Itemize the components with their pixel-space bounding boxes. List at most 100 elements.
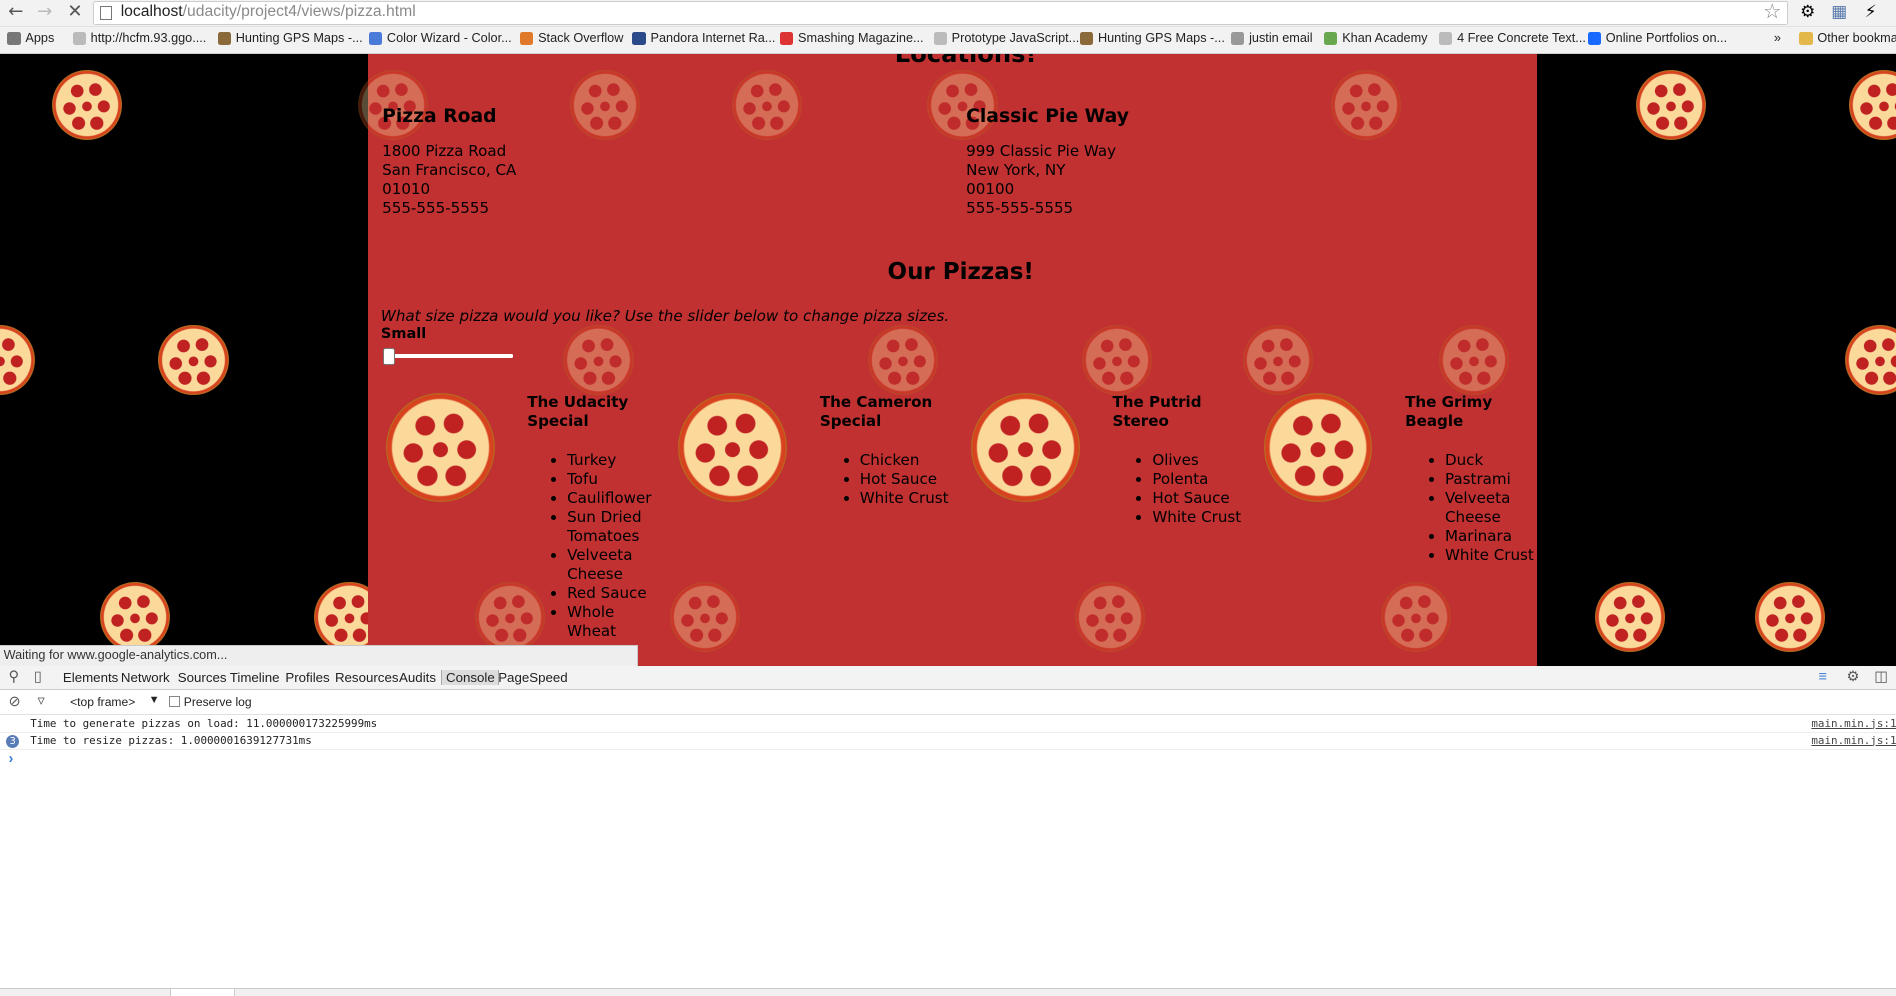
pizzas-heading: Our Pizzas!: [887, 258, 1034, 285]
devtools-tab[interactable]: Profiles: [285, 670, 329, 685]
store-address-line: 1800 Pizza Road: [382, 141, 507, 160]
bookmark-item[interactable]: Khan Academy: [1324, 31, 1428, 46]
filter-funnel-icon[interactable]: ▿: [37, 693, 44, 710]
other-bookmarks-label: Other bookma: [1817, 31, 1896, 46]
bookmark-label: Smashing Magazine...: [798, 31, 924, 46]
khan-leaf-icon: [1324, 31, 1338, 46]
bookmark-item[interactable]: justin email: [1230, 31, 1313, 46]
console-message-text: Time to generate pizzas on load: 11.0000…: [30, 716, 378, 730]
page-viewport: Locations! Pizza Road 1800 Pizza Road Sa…: [0, 54, 1896, 667]
bookmark-label: 4 Free Concrete Text...: [1457, 31, 1586, 46]
bookmark-item[interactable]: http://hcfm.93.ggo....: [72, 31, 206, 45]
bookmark-star-icon[interactable]: ☆: [1763, 0, 1781, 23]
bookmark-item[interactable]: Hunting GPS Maps -...: [217, 31, 363, 46]
page-icon: [100, 5, 113, 21]
store-address-line: New York, NY: [966, 160, 1066, 179]
background-pizza: [0, 325, 36, 396]
devtools-settings-gear-icon[interactable]: ⚙: [1846, 669, 1859, 686]
devtools-tab[interactable]: Timeline: [230, 670, 280, 685]
background-pizza: [1848, 70, 1896, 141]
inspect-search-icon[interactable]: ⚲: [8, 669, 19, 686]
url-text: localhost/udacity/project4/views/pizza.h…: [121, 3, 416, 21]
devtools-tab[interactable]: Console: [441, 669, 500, 685]
extension-icon[interactable]: ▦: [1830, 2, 1849, 21]
forward-arrow-icon[interactable]: →: [34, 1, 56, 23]
pizza-name: The Grimy Beagle: [1405, 392, 1493, 431]
clear-console-icon[interactable]: ⊘: [8, 694, 20, 711]
google-icon: [368, 31, 383, 46]
background-pizza: [1082, 325, 1153, 396]
frame-dropdown-arrow-icon[interactable]: ▼: [149, 694, 160, 706]
console-source-link[interactable]: main.min.js:1: [1811, 733, 1896, 750]
pizza-name: The Udacity Special: [527, 392, 629, 431]
store-address-line: 00100: [966, 179, 1015, 198]
topping-list: TurkeyTofuCauliflowerSun Dried TomatoesV…: [548, 451, 657, 641]
bookmark-item[interactable]: Smashing Magazine...: [779, 31, 924, 46]
pizza-card: The Putrid Stereo OlivesPolentaHot SauceW…: [953, 392, 1246, 666]
bookmark-item[interactable]: Color Wizard - Color...: [368, 31, 512, 46]
topping-item: Tofu: [567, 470, 656, 489]
topping-item: Velveeta Cheese: [1445, 489, 1534, 527]
devtools-tabbar: ⚲ ▯ ≡ ⚙ ◫ Elements Network Sources Timeline…: [0, 666, 1896, 691]
pandora-icon: [632, 31, 646, 46]
bottom-tab[interactable]: [170, 987, 235, 996]
size-slider-track[interactable]: [388, 354, 513, 358]
background-pizza: [731, 70, 802, 141]
bookmark-item[interactable]: Stack Overflow: [519, 31, 624, 46]
back-arrow-icon[interactable]: ←: [5, 1, 27, 23]
url-host: localhost: [120, 3, 183, 21]
console-message: 3 Time to resize pizzas: 1.0000001639127…: [0, 733, 1896, 750]
devtools-tab[interactable]: PageSpeed: [498, 670, 568, 685]
bookmark-item[interactable]: Hunting GPS Maps -...: [1079, 31, 1225, 45]
bookmark-label: Online Portfolios on...: [1605, 31, 1728, 46]
background-pizza: [1754, 581, 1825, 652]
stop-loading-icon[interactable]: ✕: [64, 1, 86, 23]
bookmarks-overflow-button[interactable]: »: [1774, 31, 1781, 45]
devtools-tab[interactable]: Sources: [178, 670, 227, 685]
topping-item: Polenta: [1152, 470, 1241, 489]
bookmark-item[interactable]: 4 Free Concrete Text...: [1438, 31, 1586, 46]
drawer-toggle-icon[interactable]: ≡: [1819, 669, 1827, 686]
other-bookmarks[interactable]: Other bookma: [1799, 31, 1896, 45]
preserve-log-checkbox[interactable]: [169, 696, 181, 708]
topping-item: Whole Wheat: [567, 603, 656, 641]
devtools-tab[interactable]: Audits: [399, 670, 436, 685]
bookmark-label: justin email: [1249, 31, 1313, 46]
size-slider-thumb[interactable]: [383, 348, 396, 366]
background-pizza: [1243, 325, 1314, 396]
pizza-name: The Cameron Special: [819, 392, 933, 431]
bookmark-label: Hunting GPS Maps -...: [235, 31, 363, 46]
topping-item: Chicken: [860, 451, 949, 470]
pizza-image: [1263, 392, 1373, 502]
console-source-link[interactable]: main.min.js:1: [1811, 716, 1896, 733]
devtools-tab[interactable]: Network: [121, 670, 170, 685]
bookmark-label: Prototype JavaScript...: [951, 31, 1080, 46]
bookmark-item[interactable]: Pandora Internet Ra...: [632, 31, 775, 45]
preserve-log-label: Preserve log: [183, 695, 252, 710]
topping-item: White Crust: [860, 489, 949, 508]
topping-item: Olives: [1152, 451, 1241, 470]
loading-status: Waiting for www.google-analytics.com...: [0, 644, 639, 667]
pizza-image: [385, 392, 495, 502]
bookmark-label: Pandora Internet Ra...: [650, 31, 776, 46]
dock-icon[interactable]: ◫: [1874, 669, 1888, 686]
pizza-image: [970, 392, 1080, 502]
bookmark-item[interactable]: Online Portfolios on...: [1587, 31, 1728, 46]
store-address-line: 999 Classic Pie Way: [966, 141, 1117, 160]
frame-selector[interactable]: <top frame>: [70, 695, 135, 709]
devtools-tab[interactable]: Elements: [63, 670, 118, 685]
topping-item: Red Sauce: [567, 584, 656, 603]
store-name: Classic Pie Way: [966, 106, 1129, 128]
devtools-tab[interactable]: Resources: [335, 670, 399, 685]
bookmark-item[interactable]: Prototype JavaScript...: [933, 31, 1080, 46]
smashing-icon: [779, 31, 794, 46]
settings-gear-icon[interactable]: ⚙: [1798, 2, 1817, 21]
lightning-extension-icon[interactable]: ⚡: [1861, 2, 1880, 21]
bookmark-item[interactable]: Apps: [7, 31, 54, 45]
bookmark-label: Stack Overflow: [538, 31, 624, 46]
device-mode-icon[interactable]: ▯: [34, 669, 42, 686]
background-pizza: [569, 70, 640, 141]
address-bar[interactable]: localhost/udacity/project4/views/pizza.h…: [93, 1, 1789, 26]
console-prompt[interactable]: ›: [8, 751, 13, 767]
store-phone: 555-555-5555: [966, 198, 1074, 217]
